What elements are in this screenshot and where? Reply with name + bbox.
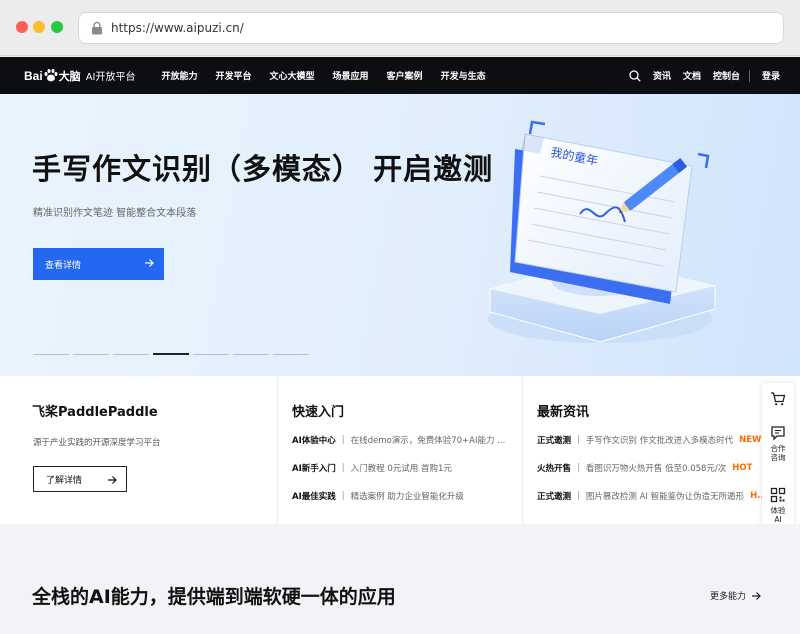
row-key: AI新手入门 [292,464,336,474]
carousel-indicators [33,353,313,355]
row-divider: | [577,463,580,473]
carousel-dot[interactable] [193,354,229,355]
minimize-window-button[interactable] [33,21,45,33]
try-ai-button[interactable]: 体验AI [762,487,794,524]
more-capabilities-label: 更多能力 [710,592,747,602]
news-row[interactable]: 正式邀测 | 图片篡改检测 AI 智能鉴伪让伪造无所遁形 H... [537,490,800,502]
close-window-button[interactable] [16,21,28,33]
learn-more-label: 了解详情 [46,475,83,486]
quickstart-panel: 快速入门 AI体验中心 | 在线demo演示，免费体验70+AI能力 ... A… [278,376,523,524]
row-value: 入门教程 0元试用 首购1元 [350,464,452,474]
nav-item-cases[interactable]: 客户案例 [387,69,423,82]
row-key: 正式邀测 [537,492,572,502]
baidu-ai-logo[interactable]: Bai 大脑 AI开放平台 [24,68,135,84]
paddle-panel: 飞桨PaddlePaddle 源于产业实践的开源深度学习平台 了解详情 [0,376,278,524]
nav-item-docs[interactable]: 文档 [683,69,701,82]
row-value: 在线demo演示，免费体验70+AI能力 ... [350,436,506,446]
chat-icon [771,426,785,441]
row-divider: | [577,435,580,445]
new-badge: NEW [739,435,762,445]
nav-right: 资讯 文档 控制台 登录 [629,57,780,94]
more-capabilities-link[interactable]: 更多能力 [710,589,761,602]
arrow-right-icon [145,259,154,267]
nav-item-ecosystem[interactable]: 开发与生态 [441,69,486,82]
nav-item-capabilities[interactable]: 开放能力 [161,69,197,82]
qr-code-icon [770,487,786,503]
row-value: 精选案例 助力企业智能化升级 [350,492,464,502]
url-text: https://www.aipuzi.cn/ [111,21,244,35]
logo-bai-text: Bai [24,68,43,83]
view-details-label: 查看详情 [45,260,82,271]
handwriting-illustration: 我的童年 [488,120,716,343]
browser-chrome: https://www.aipuzi.cn/ [0,0,800,56]
news-row[interactable]: 火热开售 | 看图识万物火热开售 低至0.058元/次 HOT [537,462,800,474]
nav-item-console[interactable]: 控制台 [713,69,740,82]
hero-subtitle: 精准识别作文笔迹 智能整合文本段落 [33,208,197,219]
nav-item-scenarios[interactable]: 场景应用 [333,69,369,82]
carousel-dot[interactable] [233,354,269,355]
carousel-dot[interactable] [33,354,69,355]
row-value: 图片篡改检测 AI 智能鉴伪让伪造无所遁形 [585,492,745,502]
nav-item-dev-platform[interactable]: 开发平台 [216,69,252,82]
nav-item-login[interactable]: 登录 [762,69,780,82]
row-divider: | [577,491,580,501]
row-value: 手写作文识别 作文批改进入多模态时代 [585,436,734,446]
arrow-right-icon [108,476,117,484]
paddle-description: 源于产业实践的开源深度学习平台 [33,438,161,448]
info-panels: 飞桨PaddlePaddle 源于产业实践的开源深度学习平台 了解详情 快速入门… [0,376,800,524]
news-panel: 最新资讯 正式邀测 | 手写作文识别 作文批改进入多模态时代 NEW 火热开售 … [523,376,800,524]
news-title: 最新资讯 [537,405,590,420]
row-divider: | [341,463,345,473]
maximize-window-button[interactable] [51,21,63,33]
hot-badge: HOT [732,463,753,473]
floating-toolbar: 合作咨询 体验AI [762,383,794,541]
quickstart-row[interactable]: AI最佳实践 | 精选案例 助力企业智能化升级 [292,490,464,502]
capabilities-section: 全栈的AI能力，提供端到端软硬一体的应用 更多能力 [0,524,800,634]
row-divider: | [341,491,345,501]
news-row[interactable]: 正式邀测 | 手写作文识别 作文批改进入多模态时代 NEW [537,434,800,446]
capabilities-title: 全栈的AI能力，提供端到端软硬一体的应用 [32,586,396,608]
nav-menu: 开放能力 开发平台 文心大模型 场景应用 客户案例 开发与生态 [161,69,503,82]
cart-icon [771,392,786,406]
row-divider: | [341,435,345,445]
carousel-dot[interactable] [73,354,109,355]
nav-item-news[interactable]: 资讯 [653,69,671,82]
carousel-dot[interactable] [273,354,309,355]
quickstart-row[interactable]: AI新手入门 | 入门教程 0元试用 首购1元 [292,462,452,474]
try-ai-label: 体验AI [770,506,786,524]
row-key: AI最佳实践 [292,492,336,502]
carousel-dot[interactable] [113,354,149,355]
paw-icon [44,69,58,82]
logo-subtitle: AI开放平台 [85,72,136,83]
nav-item-wenxin-model[interactable]: 文心大模型 [270,69,315,82]
row-key: 火热开售 [537,464,572,474]
address-bar[interactable]: https://www.aipuzi.cn/ [78,12,784,44]
quickstart-row[interactable]: AI体验中心 | 在线demo演示，免费体验70+AI能力 ... [292,434,505,446]
consult-button[interactable]: 合作咨询 [762,425,794,462]
row-key: 正式邀测 [537,436,572,446]
paddle-title: 飞桨PaddlePaddle [32,405,158,420]
top-nav: Bai 大脑 AI开放平台 开放能力 开发平台 文心大模型 场景应用 客户案例 … [0,57,800,94]
consult-label: 合作咨询 [770,444,786,462]
row-value: 看图识万物火热开售 低至0.058元/次 [585,464,727,474]
arrow-right-icon [752,591,761,600]
view-details-button[interactable]: 查看详情 [33,248,164,280]
cart-button[interactable] [762,391,794,410]
hero-title: 手写作文识别（多模态） 开启邀测 [32,152,494,186]
search-icon[interactable] [629,69,641,82]
lock-icon [92,21,102,35]
carousel-dot-active[interactable] [153,353,189,355]
hero-banner: 手写作文识别（多模态） 开启邀测 精准识别作文笔迹 智能整合文本段落 查看详情 [0,94,800,376]
quickstart-title: 快速入门 [292,405,345,420]
logo-du-text: 大脑 [58,69,81,83]
nav-divider [748,69,750,82]
row-key: AI体验中心 [292,436,336,446]
learn-more-button[interactable]: 了解详情 [33,466,127,492]
